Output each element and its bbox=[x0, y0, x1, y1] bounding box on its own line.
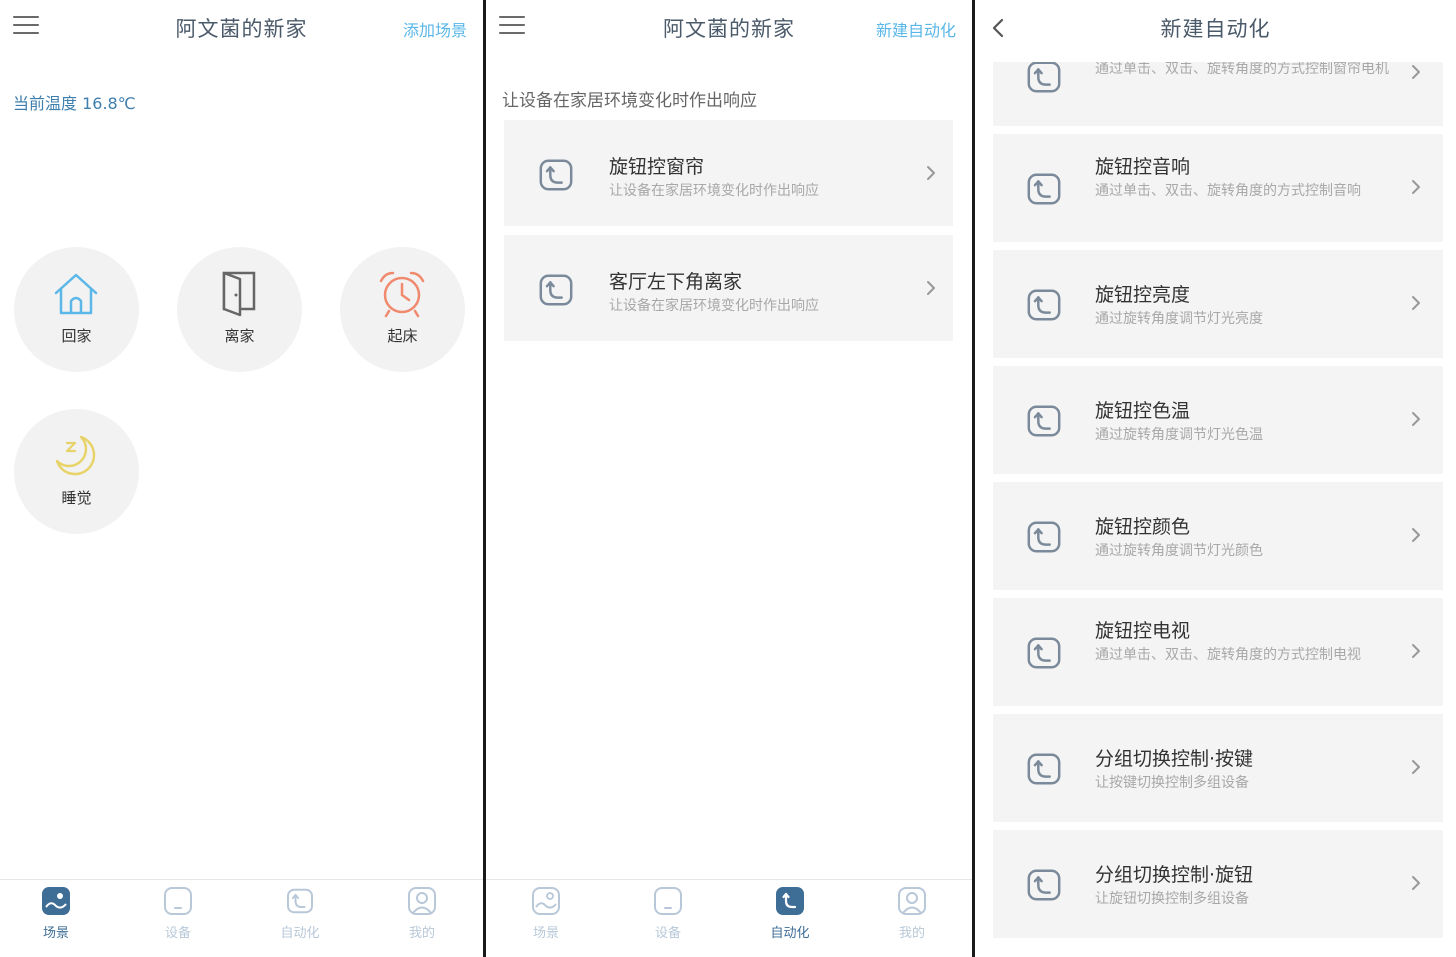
automation-template-title: 旋钮控音响 bbox=[1095, 156, 1191, 178]
automation-template-item[interactable]: 分组切换控制·旋钮让旋钮切换控制多组设备 bbox=[993, 830, 1443, 938]
scene-tab-icon bbox=[42, 887, 70, 915]
automation-template-title: 旋钮控电视 bbox=[1095, 620, 1191, 642]
tab-label: 场景 bbox=[42, 926, 69, 941]
automation-template-title: 分组切换控制·旋钮 bbox=[1095, 864, 1254, 886]
automation-template-title: 旋钮控颜色 bbox=[1095, 516, 1191, 538]
automation-template-item[interactable]: 旋钮控颜色通过旋转角度调节灯光颜色 bbox=[993, 482, 1443, 590]
tab-automation[interactable]: 自动化 bbox=[750, 886, 830, 941]
scene-tab-icon bbox=[532, 887, 560, 915]
scene-home-button[interactable]: 回家 bbox=[14, 247, 139, 372]
automation-icon bbox=[537, 271, 575, 309]
new-automation-screen: 通过单击、双击、旋转角度的方式控制窗帘电机 旋钮控音响 通过单击、双击、旋转角度的方… bbox=[975, 0, 1456, 957]
chevron-right-icon bbox=[1412, 180, 1420, 194]
automation-template-desc: 通过单击、双击、旋转角度的方式控制音响 bbox=[1095, 183, 1361, 199]
device-tab-icon bbox=[654, 887, 682, 915]
tab-label: 场景 bbox=[532, 926, 559, 941]
automation-template-desc: 通过单击、双击、旋转角度的方式控制电视 bbox=[1095, 647, 1361, 663]
tab-scene[interactable]: 场景 bbox=[16, 886, 96, 941]
automation-item-desc: 让设备在家居环境变化时作出响应 bbox=[609, 298, 819, 314]
moon-sleep-icon bbox=[55, 435, 96, 476]
automation-template-item[interactable]: 旋钮控亮度通过旋转角度调节灯光亮度 bbox=[993, 250, 1443, 358]
scene-leave-button[interactable]: 离家 bbox=[177, 247, 302, 372]
automation-icon bbox=[1025, 170, 1063, 208]
tab-bar: 场景 设备 自动化 我的 bbox=[486, 879, 972, 957]
chevron-right-icon bbox=[1412, 876, 1420, 890]
profile-tab-icon bbox=[408, 887, 436, 915]
current-temperature: 当前温度 16.8℃ bbox=[13, 94, 136, 113]
automation-template-desc: 让旋钮切换控制多组设备 bbox=[1095, 891, 1249, 907]
scene-sleep-button[interactable]: 睡觉 bbox=[14, 409, 139, 534]
tab-mine[interactable]: 我的 bbox=[382, 886, 462, 941]
automation-template-title: 旋钮控亮度 bbox=[1095, 284, 1191, 306]
tab-label: 自动化 bbox=[280, 926, 320, 941]
automation-icon bbox=[1025, 750, 1063, 788]
automation-subtitle: 让设备在家居环境变化时作出响应 bbox=[502, 91, 757, 111]
automation-icon bbox=[1025, 286, 1063, 324]
tab-mine[interactable]: 我的 bbox=[872, 886, 952, 941]
scene-label: 离家 bbox=[224, 327, 255, 345]
chevron-right-icon bbox=[927, 281, 935, 295]
automation-tab-icon bbox=[285, 886, 315, 916]
automation-item[interactable]: 旋钮控窗帘 让设备在家居环境变化时作出响应 bbox=[504, 120, 953, 226]
tab-scene[interactable]: 场景 bbox=[506, 886, 586, 941]
header: 新建自动化 bbox=[975, 0, 1456, 62]
automation-template-title: 旋钮控色温 bbox=[1095, 400, 1191, 422]
tab-label: 我的 bbox=[898, 926, 925, 941]
automation-icon bbox=[1025, 866, 1063, 904]
automation-item-title: 客厅左下角离家 bbox=[609, 271, 743, 293]
chevron-right-icon bbox=[927, 166, 935, 180]
chevron-right-icon bbox=[1412, 528, 1420, 542]
tab-device[interactable]: 设备 bbox=[628, 886, 708, 941]
automation-template-desc: 通过旋转角度调节灯光色温 bbox=[1095, 427, 1263, 443]
tab-label: 我的 bbox=[408, 926, 435, 941]
automation-template-item[interactable]: 旋钮控色温通过旋转角度调节灯光色温 bbox=[993, 366, 1443, 474]
tab-automation[interactable]: 自动化 bbox=[260, 886, 340, 941]
tab-label: 自动化 bbox=[770, 926, 810, 941]
tab-label: 设备 bbox=[654, 926, 681, 941]
scene-label: 睡觉 bbox=[61, 489, 92, 507]
scene-label: 回家 bbox=[61, 327, 92, 345]
automation-template-desc: 通过旋转角度调节灯光亮度 bbox=[1095, 311, 1263, 327]
tab-label: 设备 bbox=[164, 926, 191, 941]
automation-tab-icon bbox=[776, 887, 804, 915]
chevron-right-icon bbox=[1412, 644, 1420, 658]
new-automation-button[interactable]: 新建自动化 bbox=[876, 17, 956, 41]
chevron-right-icon bbox=[1412, 296, 1420, 310]
home-icon bbox=[54, 273, 98, 315]
automation-item[interactable]: 客厅左下角离家 让设备在家居环境变化时作出响应 bbox=[504, 235, 953, 341]
header: 阿文菌的新家 添加场景 bbox=[0, 0, 483, 56]
automation-icon bbox=[1025, 518, 1063, 556]
scene-wakeup-button[interactable]: 起床 bbox=[340, 247, 465, 372]
scene-screen: 阿文菌的新家 添加场景 当前温度 16.8℃ 回家 离家 起床 睡觉 场景 设备… bbox=[0, 0, 483, 957]
automation-icon bbox=[1025, 402, 1063, 440]
tab-bar: 场景 设备 自动化 我的 bbox=[0, 879, 483, 957]
automation-item-desc: 让设备在家居环境变化时作出响应 bbox=[609, 183, 819, 199]
scene-label: 起床 bbox=[387, 327, 418, 345]
door-icon bbox=[222, 271, 256, 317]
automation-template-item[interactable]: 旋钮控电视通过单击、双击、旋转角度的方式控制电视 bbox=[993, 598, 1443, 706]
header: 阿文菌的新家 新建自动化 bbox=[486, 0, 972, 56]
automation-item-title: 旋钮控窗帘 bbox=[609, 156, 705, 178]
automation-template-desc: 让按键切换控制多组设备 bbox=[1095, 775, 1249, 791]
automation-template-desc: 通过旋转角度调节灯光颜色 bbox=[1095, 543, 1263, 559]
chevron-right-icon bbox=[1412, 412, 1420, 426]
automation-icon bbox=[1025, 58, 1063, 96]
profile-tab-icon bbox=[898, 887, 926, 915]
automation-template-title: 分组切换控制·按键 bbox=[1095, 748, 1254, 770]
chevron-right-icon bbox=[1412, 65, 1420, 79]
page-title: 新建自动化 bbox=[1160, 17, 1271, 41]
automation-template-item[interactable]: 分组切换控制·按键让按键切换控制多组设备 bbox=[993, 714, 1443, 822]
tab-device[interactable]: 设备 bbox=[138, 886, 218, 941]
device-tab-icon bbox=[164, 887, 192, 915]
automation-icon bbox=[537, 156, 575, 194]
chevron-right-icon bbox=[1412, 760, 1420, 774]
alarm-clock-icon bbox=[379, 271, 425, 318]
automation-icon bbox=[1025, 634, 1063, 672]
automation-template-item[interactable]: 旋钮控音响通过单击、双击、旋转角度的方式控制音响 bbox=[993, 134, 1443, 242]
automation-screen: 阿文菌的新家 新建自动化 让设备在家居环境变化时作出响应 旋钮控窗帘 让设备在家… bbox=[486, 0, 972, 957]
add-scene-button[interactable]: 添加场景 bbox=[403, 17, 467, 41]
